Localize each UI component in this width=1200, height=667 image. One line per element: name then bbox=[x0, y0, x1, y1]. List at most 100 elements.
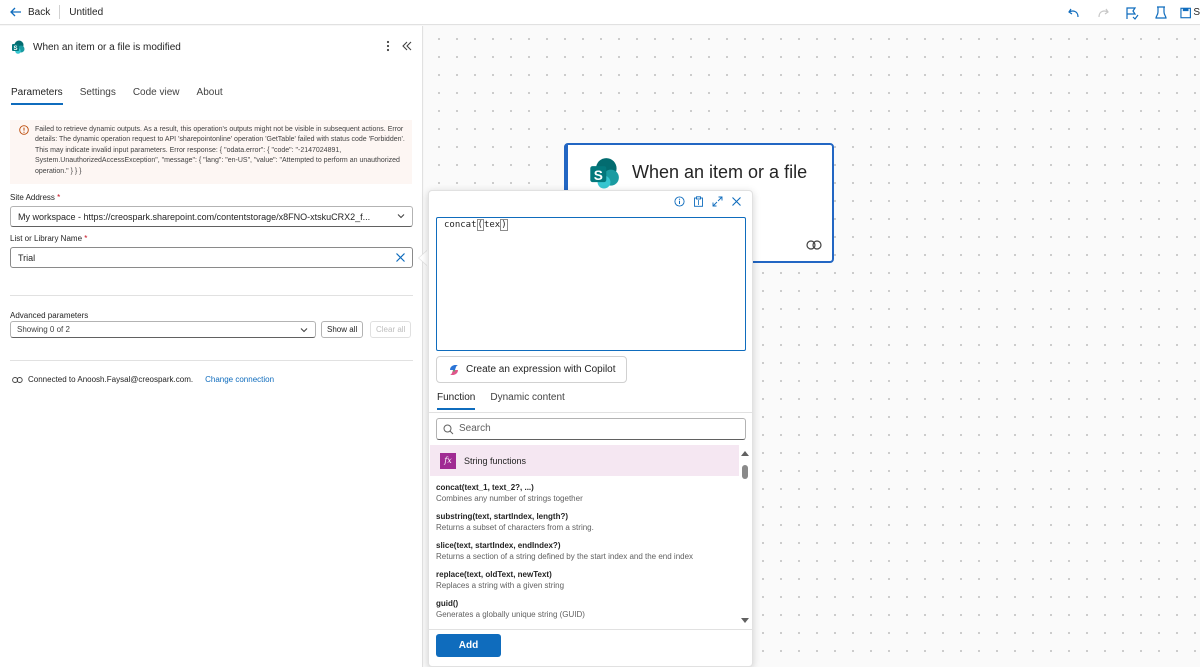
show-all-button[interactable]: Show all bbox=[321, 321, 364, 338]
undo-icon[interactable] bbox=[1064, 3, 1084, 23]
divider bbox=[10, 295, 413, 296]
function-description: Returns a subset of characters from a st… bbox=[436, 523, 594, 532]
list-item[interactable]: guid() Generates a globally unique strin… bbox=[436, 598, 736, 627]
scrollbar-thumb[interactable] bbox=[742, 465, 748, 479]
connection-link-icon[interactable] bbox=[806, 239, 822, 251]
clear-icon[interactable] bbox=[395, 252, 406, 263]
advanced-parameters-label: Advanced parameters bbox=[10, 311, 89, 320]
svg-text:S: S bbox=[13, 46, 17, 52]
site-address-value: My workspace - https://creospark.sharepo… bbox=[18, 212, 371, 222]
tab-settings[interactable]: Settings bbox=[80, 87, 116, 105]
save-label: S bbox=[1193, 7, 1200, 18]
clipboard-icon[interactable] bbox=[693, 196, 704, 207]
tab-dynamic-content[interactable]: Dynamic content bbox=[490, 392, 564, 410]
function-description: Replaces a string with a given string bbox=[436, 581, 565, 590]
panel-tabs: Parameters Settings Code view About bbox=[11, 87, 240, 105]
panel-header-actions bbox=[386, 40, 412, 52]
warning-text: Failed to retrieve dynamic outputs. As a… bbox=[35, 126, 405, 175]
tab-code-view[interactable]: Code view bbox=[133, 87, 180, 105]
expression-input[interactable]: concat(tex) bbox=[436, 217, 746, 351]
toolbar: S bbox=[1055, 0, 1200, 25]
popup-toolbar bbox=[674, 196, 742, 207]
scroll-down-icon[interactable] bbox=[741, 618, 749, 623]
sharepoint-logo-icon: S bbox=[590, 158, 619, 189]
chevron-down-icon bbox=[397, 214, 405, 219]
sharepoint-logo-icon: S bbox=[12, 40, 25, 54]
test-icon[interactable] bbox=[1151, 3, 1171, 23]
function-name: substring(text, startIndex, length?) bbox=[436, 512, 569, 521]
divider bbox=[429, 629, 752, 630]
svg-text:S: S bbox=[594, 168, 603, 183]
category-label: String functions bbox=[464, 455, 527, 466]
list-item[interactable]: substring(text, startIndex, length?) Ret… bbox=[436, 511, 736, 540]
info-icon[interactable] bbox=[674, 196, 685, 207]
more-options-icon[interactable] bbox=[386, 40, 390, 52]
list-name-label: List or Library Name * bbox=[10, 234, 87, 243]
list-name-input[interactable]: Trial bbox=[10, 247, 413, 268]
function-name: slice(text, startIndex, endIndex?) bbox=[436, 541, 561, 550]
site-address-label-text: Site Address bbox=[10, 193, 55, 202]
tab-about[interactable]: About bbox=[197, 87, 223, 105]
change-connection-link[interactable]: Change connection bbox=[205, 375, 274, 384]
list-name-label-text: List or Library Name bbox=[10, 234, 83, 243]
expression-editor-popup: concat(tex) Create an expression with Co… bbox=[428, 190, 753, 667]
required-marker: * bbox=[57, 193, 61, 202]
connection-text: Connected to Anoosh.Faysal@creospark.com… bbox=[28, 375, 194, 384]
search-placeholder: Search bbox=[459, 423, 491, 434]
divider bbox=[429, 412, 752, 413]
divider bbox=[10, 360, 413, 361]
flow-title[interactable]: Untitled bbox=[69, 7, 103, 18]
action-config-panel: S When an item or a file is modified Par… bbox=[0, 26, 423, 667]
add-button[interactable]: Add bbox=[436, 634, 501, 657]
arrow-left-icon bbox=[10, 7, 21, 17]
search-icon bbox=[443, 424, 454, 435]
top-bar: Back Untitled S bbox=[0, 0, 1200, 25]
tab-function[interactable]: Function bbox=[437, 392, 476, 410]
function-description: Combines any number of strings together bbox=[436, 494, 583, 503]
close-icon[interactable] bbox=[731, 196, 742, 207]
warning-icon bbox=[19, 125, 29, 135]
connection-icon bbox=[12, 376, 23, 383]
advanced-parameters-dropdown[interactable]: Showing 0 of 2 bbox=[10, 321, 316, 338]
expression-argument: tex bbox=[483, 220, 501, 230]
trigger-card-title: When an item or a file bbox=[632, 162, 808, 182]
list-item[interactable]: concat(text_1, text_2?, ...) Combines an… bbox=[436, 482, 736, 511]
function-description: Returns a section of a string defined by… bbox=[436, 552, 694, 561]
list-name-value: Trial bbox=[18, 253, 36, 263]
site-address-dropdown[interactable]: My workspace - https://creospark.sharepo… bbox=[10, 206, 413, 227]
panel-header: S When an item or a file is modified bbox=[11, 40, 181, 54]
function-name: replace(text, oldText, newText) bbox=[436, 570, 552, 579]
back-label: Back bbox=[28, 6, 51, 18]
scroll-up-icon[interactable] bbox=[741, 451, 749, 456]
connection-info: Connected to Anoosh.Faysal@creospark.com… bbox=[12, 375, 274, 384]
copilot-icon bbox=[450, 364, 458, 375]
advanced-parameters-value: Showing 0 of 2 bbox=[17, 325, 70, 334]
redo-icon[interactable] bbox=[1093, 3, 1113, 23]
list-item[interactable]: slice(text, startIndex, endIndex?) Retur… bbox=[436, 540, 736, 569]
function-name: concat(text_1, text_2?, ...) bbox=[436, 483, 534, 492]
list-item[interactable]: replace(text, oldText, newText) Replaces… bbox=[436, 569, 736, 598]
clear-all-button[interactable]: Clear all bbox=[370, 321, 412, 338]
tab-parameters[interactable]: Parameters bbox=[11, 87, 63, 105]
copilot-button-label: Create an expression with Copilot bbox=[466, 364, 616, 375]
required-marker: * bbox=[84, 234, 88, 243]
function-search-input[interactable]: Search bbox=[436, 418, 746, 440]
popup-caret bbox=[419, 250, 428, 266]
collapse-panel-icon[interactable] bbox=[402, 41, 412, 51]
warning-message: Failed to retrieve dynamic outputs. As a… bbox=[10, 120, 412, 184]
expand-icon[interactable] bbox=[712, 196, 723, 207]
flow-checker-icon[interactable] bbox=[1122, 3, 1142, 23]
scrollbar[interactable] bbox=[741, 451, 749, 623]
create-expression-copilot-button[interactable]: Create an expression with Copilot bbox=[436, 356, 627, 383]
save-icon[interactable]: S bbox=[1180, 3, 1200, 23]
panel-title: When an item or a file is modified bbox=[33, 41, 181, 53]
popup-tabs: Function Dynamic content bbox=[437, 392, 580, 410]
function-category-header[interactable]: fx String functions bbox=[430, 445, 739, 476]
chevron-down-icon bbox=[300, 328, 308, 333]
divider bbox=[59, 5, 61, 19]
expression-function-name: concat bbox=[444, 220, 477, 230]
site-address-label: Site Address * bbox=[10, 193, 60, 202]
expression-open-paren: ( bbox=[476, 219, 484, 231]
back-button[interactable]: Back bbox=[10, 7, 50, 18]
expression-close-paren: ) bbox=[500, 219, 508, 231]
